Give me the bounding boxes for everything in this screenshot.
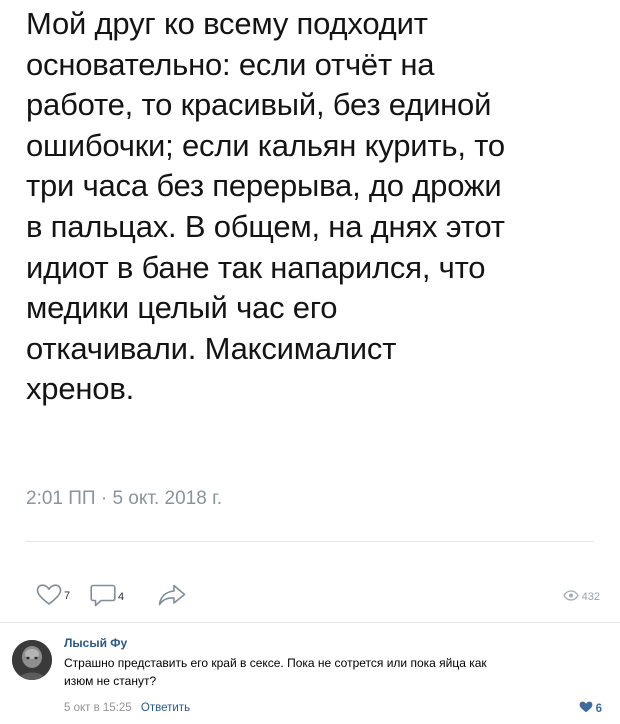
- reply-button[interactable]: Ответить: [141, 702, 190, 714]
- tweet-text-line: откачивали. Максималист: [26, 330, 397, 366]
- like-button[interactable]: 7: [36, 584, 70, 611]
- comment-text-line: изюм не станут?: [64, 674, 157, 688]
- tweet-text-line: три часа без перерыва, до дрожи: [26, 168, 502, 204]
- share-button[interactable]: [158, 584, 186, 611]
- comment-date[interactable]: 5 окт в 15:25: [64, 702, 132, 714]
- tweet-text-line: медики целый час его: [26, 290, 338, 326]
- tweet-text-line: Мой друг ко всему подходит: [26, 6, 428, 41]
- share-arrow-icon: [158, 584, 186, 611]
- tweet-text-line: идиот в бане так напарился, что: [26, 249, 486, 285]
- like-count: 7: [64, 589, 71, 602]
- tweet-timestamp: 2:01 ПП · 5 окт. 2018 г.: [26, 488, 222, 509]
- comment-meta: 5 окт в 15:25 Ответить: [64, 702, 190, 714]
- tweet-text-line: работе, то красивый, без единой: [26, 87, 492, 123]
- tweet-text-line: ошибочки; если кальян курить, то: [26, 127, 505, 163]
- divider: [0, 622, 620, 623]
- tweet: Мой друг ко всему подходит основательно:…: [26, 4, 596, 410]
- view-count: 432: [581, 591, 600, 603]
- tweet-text: Мой друг ко всему подходит основательно:…: [26, 4, 596, 410]
- post-actions-bar: 7 4 432: [0, 580, 620, 614]
- eye-icon: [562, 588, 579, 606]
- comment-like-count: 6: [595, 703, 602, 715]
- view-counter: 432: [562, 588, 600, 606]
- tweet-text-line: в пальцах. В общем, на днях этот: [26, 208, 505, 244]
- comment-count: 4: [118, 590, 125, 603]
- divider: [26, 541, 594, 542]
- comment-button[interactable]: 4: [90, 584, 124, 613]
- tweet-text-line: основательно: если отчёт на: [26, 46, 435, 82]
- heart-filled-icon: [579, 700, 593, 718]
- comment-like-button[interactable]: 6: [579, 700, 602, 718]
- comment-text-line: Страшно представить его край в сексе. По…: [64, 656, 487, 670]
- comment-bubble-icon: [90, 584, 116, 613]
- tweet-text-line: хренов.: [26, 371, 135, 407]
- comment: Лысый Фу Страшно представить его край в …: [0, 626, 620, 724]
- heart-outline-icon: [36, 584, 62, 611]
- avatar[interactable]: [12, 640, 52, 680]
- comment-author[interactable]: Лысый Фу: [64, 636, 127, 650]
- comment-text: Страшно представить его край в сексе. По…: [64, 654, 609, 690]
